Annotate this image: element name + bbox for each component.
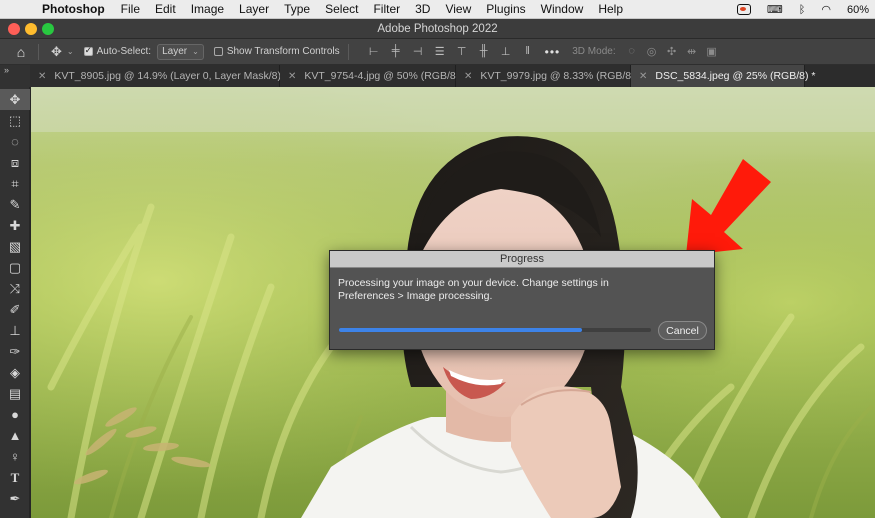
orbit-3d-icon[interactable]: ◌ [622,45,642,58]
auto-select-checkbox[interactable] [83,45,93,56]
close-icon[interactable]: ✕ [639,71,647,82]
blur-tool-icon[interactable]: ● [0,404,30,425]
crop-tool-icon[interactable]: ⌗ [0,173,30,194]
menu-select[interactable]: Select [325,2,358,16]
window-title-bar: Adobe Photoshop 2022 [0,19,875,39]
menu-extras: ⌨ ᛒ ◠ 60% [721,0,869,19]
scale-3d-icon[interactable]: ▣ [702,45,722,58]
align-center-v-icon[interactable]: ☰ [429,45,451,58]
close-icon[interactable]: ✕ [464,71,472,82]
dialog-message: Processing your image on your device. Ch… [338,277,638,303]
divider [347,43,349,60]
bandage-tool-icon[interactable]: ▧ [0,236,30,257]
app-menu-photoshop[interactable]: Photoshop [42,2,105,16]
tab-kvt-9979[interactable]: ✕ KVT_9979.jpg @ 8.33% (RGB/8) [456,65,635,87]
auto-select-dropdown[interactable]: Layer ⌄ [157,43,204,60]
lasso-tool-icon[interactable]: ◌ [0,131,30,152]
chevron-down-icon: ⌄ [192,46,199,56]
menu-type[interactable]: Type [284,2,310,16]
menu-view[interactable]: View [445,2,471,16]
tool-panel-collapse[interactable]: » [0,65,30,87]
sharpen-tool-icon[interactable]: ▲ [0,425,30,446]
more-options-icon[interactable]: ••• [545,45,561,59]
divider [38,43,39,60]
chevron-down-icon[interactable]: ⌄ [67,47,74,56]
menu-plugins[interactable]: Plugins [486,2,525,16]
show-transform-label: Show Transform Controls [226,46,340,57]
type-tool-icon[interactable]: T [0,467,30,488]
brush-tool-icon[interactable]: ✐ [0,299,30,320]
window-title: Adobe Photoshop 2022 [377,22,498,35]
close-icon[interactable]: ✕ [38,71,46,82]
battery-percent[interactable]: 60% [847,4,869,16]
progress-dialog: Progress Processing your image on your d… [329,250,715,350]
tab-label: KVT_9754-4.jpg @ 50% (RGB/8) [304,70,460,82]
cancel-button[interactable]: Cancel [658,321,707,340]
align-center-h-icon[interactable]: ╪ [385,45,407,58]
tab-kvt-8905[interactable]: ✕ KVT_8905.jpg @ 14.9% (Layer 0, Layer M… [30,65,288,87]
menu-bar: Photoshop File Edit Image Layer Type Sel… [0,0,875,19]
tools-panel: ✥ ⬚ ◌ ⧈ ⌗ ✎ ✚ ▧ ▢ ⤨ ✐ ⊥ ✑ ◈ ▤ ● ▲ ♀ T ✒ [0,87,30,518]
stamp-tool-icon[interactable]: ⊥ [0,320,30,341]
align-left-icon[interactable]: ⊢ [363,45,385,58]
menu-help[interactable]: Help [598,2,623,16]
3d-mode-buttons: ◌ ◎ ✣ ⇹ ▣ [622,45,722,58]
align-top-icon[interactable]: ⊤ [451,45,473,58]
spot-healing-tool-icon[interactable]: ✚ [0,215,30,236]
distribute-icon[interactable]: ‖ [517,45,539,58]
align-middle-icon[interactable]: ╫ [473,45,495,58]
align-right-icon[interactable]: ⊣ [407,45,429,58]
eraser-tool-icon[interactable]: ◈ [0,362,30,383]
bluetooth-icon[interactable]: ᛒ [799,4,806,16]
menu-layer[interactable]: Layer [239,2,269,16]
tab-dsc-5834[interactable]: ✕ DSC_5834.jpeg @ 25% (RGB/8) * [631,65,815,87]
tab-label: DSC_5834.jpeg @ 25% (RGB/8) * [655,70,816,82]
creative-cloud-icon[interactable] [736,4,751,15]
close-window-button[interactable] [8,23,20,35]
home-icon[interactable]: ⌂ [12,44,30,60]
auto-select-value: Layer [162,45,188,57]
move-tool-icon[interactable]: ✥ [51,44,62,60]
menu-filter[interactable]: Filter [373,2,400,16]
menu-window[interactable]: Window [541,2,584,16]
eyedropper-tool-icon[interactable]: ✎ [0,194,30,215]
tab-label: KVT_8905.jpg @ 14.9% (Layer 0, Layer Mas… [54,70,289,82]
wifi-icon[interactable]: ◠ [821,3,831,16]
pan-3d-icon[interactable]: ✣ [662,45,682,58]
marquee-tool-icon[interactable]: ⬚ [0,110,30,131]
close-icon[interactable]: ✕ [288,71,296,82]
menu-file[interactable]: File [121,2,140,16]
minimize-window-button[interactable] [25,23,37,35]
dialog-message-line1: Processing your image on your device. Ch… [338,277,609,289]
zoom-window-button[interactable] [42,23,54,35]
align-buttons: ⊢ ╪ ⊣ ☰ ⊤ ╫ ⊥ ‖ [363,45,539,58]
dodge-tool-icon[interactable]: ♀ [0,446,30,467]
progress-bar-fill [339,328,583,332]
frame-tool-icon[interactable]: ▢ [0,257,30,278]
slide-3d-icon[interactable]: ⇹ [682,45,702,58]
tab-kvt-9754[interactable]: ✕ KVT_9754-4.jpg @ 50% (RGB/8) [280,65,460,87]
content-aware-move-tool-icon[interactable]: ⤨ [0,278,30,299]
menu-3d[interactable]: 3D [415,2,430,16]
pen-tool-icon[interactable]: ✒ [0,488,30,509]
3d-mode-label: 3D Mode: [572,46,616,57]
menu-edit[interactable]: Edit [155,2,176,16]
tab-label: KVT_9979.jpg @ 8.33% (RGB/8) [480,70,635,82]
object-select-tool-icon[interactable]: ⧈ [0,152,30,173]
move-tool-icon[interactable]: ✥ [0,89,30,110]
show-transform-checkbox[interactable] [213,47,223,56]
roll-3d-icon[interactable]: ◎ [642,45,662,58]
progress-bar [339,328,651,332]
auto-select-label: Auto-Select: [96,46,152,57]
gradient-tool-icon[interactable]: ▤ [0,383,30,404]
options-bar: ⌂ ✥ ⌄ Auto-Select: Layer ⌄ Show Transfor… [0,39,875,65]
align-bottom-icon[interactable]: ⊥ [495,45,517,58]
history-brush-tool-icon[interactable]: ✑ [0,341,30,362]
dialog-message-line2: Preferences > Image processing. [338,290,493,302]
document-tabs: ✕ KVT_8905.jpg @ 14.9% (Layer 0, Layer M… [30,65,875,87]
dialog-title: Progress [330,251,714,268]
menu-image[interactable]: Image [191,2,224,16]
keyboard-icon[interactable]: ⌨ [767,3,783,16]
